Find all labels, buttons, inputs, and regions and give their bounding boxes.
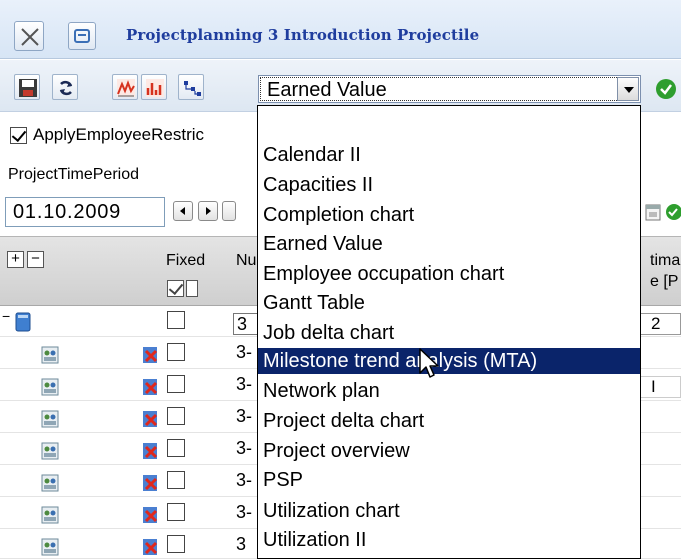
- fixed-deselect-checkbox[interactable]: [186, 280, 198, 297]
- fixed-checkbox[interactable]: [167, 471, 185, 489]
- tree-collapse-icon[interactable]: −: [2, 308, 10, 324]
- dropdown-option[interactable]: Employee occupation chart: [258, 261, 640, 287]
- view-select-value: Earned Value: [267, 79, 387, 101]
- dropdown-option-highlighted[interactable]: Milestone trend analysis (MTA): [258, 348, 640, 374]
- dropdown-option[interactable]: Gantt Table: [258, 290, 640, 316]
- project-time-period-label: ProjectTimePeriod: [8, 166, 140, 183]
- project-icon: [15, 312, 31, 332]
- dropdown-option[interactable]: Utilization II: [258, 527, 640, 553]
- number-cell: 3-: [236, 374, 253, 394]
- bar-chart-icon: [146, 79, 164, 97]
- remove-assignment-icon[interactable]: [142, 442, 162, 460]
- window-title: Projectplanning 3 Introduction Projectil…: [126, 26, 480, 44]
- estimate-column-header-line2: e [P: [650, 273, 679, 290]
- estimate-cell[interactable]: 2: [640, 313, 681, 335]
- fixed-checkbox[interactable]: [167, 343, 185, 361]
- expand-all-button[interactable]: +: [7, 251, 24, 268]
- fixed-column-header[interactable]: Fixed: [166, 252, 205, 270]
- fixed-checkbox[interactable]: [167, 407, 185, 425]
- dropdown-option[interactable]: Completion chart: [258, 202, 640, 228]
- view-select[interactable]: Earned Value: [258, 75, 641, 103]
- restore-button[interactable]: [68, 22, 96, 50]
- refresh-button[interactable]: [52, 74, 78, 100]
- employee-task-icon: [41, 442, 59, 460]
- network-button[interactable]: [178, 74, 204, 100]
- fixed-checkbox[interactable]: [167, 311, 185, 329]
- calendar-icon[interactable]: [645, 203, 661, 221]
- chevron-down-icon[interactable]: [617, 77, 639, 101]
- previous-period-button[interactable]: [173, 201, 193, 221]
- fixed-checkbox[interactable]: [167, 375, 185, 393]
- employee-task-icon: [41, 346, 59, 364]
- remove-assignment-icon[interactable]: [142, 378, 162, 396]
- save-button[interactable]: [14, 74, 40, 100]
- chart-button-1[interactable]: [112, 74, 138, 100]
- remove-assignment-icon[interactable]: [142, 410, 162, 428]
- dropdown-option[interactable]: Project delta chart: [258, 408, 640, 434]
- mouse-pointer-icon: [419, 348, 439, 378]
- dropdown-option[interactable]: PSP: [258, 467, 640, 493]
- number-cell: 3-: [236, 406, 253, 426]
- number-column-header[interactable]: Nu: [236, 252, 256, 270]
- remove-assignment-icon[interactable]: [142, 474, 162, 492]
- apply-restriction-label: ApplyEmployeeRestric: [33, 125, 205, 144]
- dropdown-option[interactable]: Utilization chart: [258, 498, 640, 524]
- chart-button-2[interactable]: [141, 74, 167, 100]
- apply-restriction-checkbox[interactable]: [10, 127, 27, 144]
- line-chart-icon: [117, 79, 135, 97]
- dropdown-option[interactable]: Project overview: [258, 438, 640, 464]
- period-start-field[interactable]: 01.10.2009: [5, 197, 165, 227]
- number-cell: 3-: [236, 438, 253, 458]
- check-circle-icon[interactable]: [655, 78, 677, 100]
- estimate-column-header[interactable]: tima: [650, 252, 680, 270]
- period-button-3[interactable]: [222, 201, 236, 221]
- dropdown-option[interactable]: Calendar II: [258, 142, 640, 168]
- floppy-disk-icon: [19, 79, 37, 97]
- estimate-cell[interactable]: I: [640, 376, 681, 398]
- remove-assignment-icon[interactable]: [142, 346, 162, 364]
- view-select-dropdown[interactable]: Calendar II Capacities II Completion cha…: [257, 105, 641, 559]
- number-cell: 3: [236, 534, 247, 554]
- refresh-icon: [59, 80, 73, 96]
- employee-task-icon: [41, 410, 59, 428]
- dropdown-option[interactable]: Job delta chart: [258, 320, 640, 346]
- network-plan-icon: [184, 81, 201, 96]
- next-period-button[interactable]: [198, 201, 218, 221]
- title-bar: Projectplanning 3 Introduction Projectil…: [0, 0, 681, 59]
- dropdown-option[interactable]: Earned Value: [258, 231, 640, 257]
- employee-task-icon: [41, 474, 59, 492]
- number-cell: 3-: [236, 342, 253, 362]
- employee-task-icon: [41, 538, 59, 556]
- close-button[interactable]: [14, 21, 44, 51]
- dropdown-option[interactable]: Capacities II: [258, 172, 640, 198]
- restore-window-icon: [74, 29, 90, 43]
- fixed-select-all-checkbox[interactable]: [167, 280, 184, 297]
- fixed-checkbox[interactable]: [167, 503, 185, 521]
- close-icon: [21, 28, 39, 46]
- fixed-checkbox[interactable]: [167, 439, 185, 457]
- employee-task-icon: [41, 506, 59, 524]
- remove-assignment-icon[interactable]: [142, 538, 162, 556]
- employee-task-icon: [41, 378, 59, 396]
- fixed-checkbox[interactable]: [167, 535, 185, 553]
- collapse-all-button[interactable]: −: [27, 251, 44, 268]
- number-cell: 3-: [236, 502, 253, 522]
- dropdown-option[interactable]: Network plan: [258, 378, 640, 404]
- apply-period-icon[interactable]: [664, 203, 681, 221]
- number-cell: 3-: [236, 470, 253, 490]
- remove-assignment-icon[interactable]: [142, 506, 162, 524]
